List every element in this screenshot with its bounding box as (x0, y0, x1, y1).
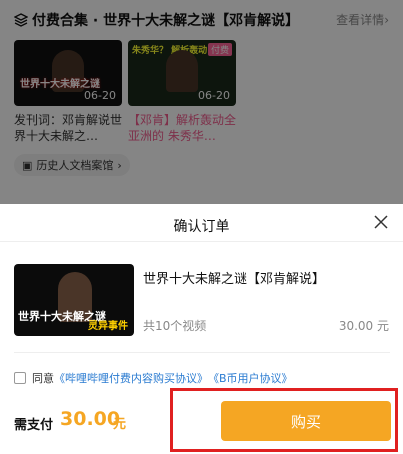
pay-unit: 元 (113, 417, 127, 432)
highlight-box: 购买 (170, 388, 398, 452)
product-name: 世界十大未解之谜【邓肯解说】 (143, 272, 326, 287)
modal-overlay[interactable] (0, 0, 403, 204)
purchase-agreement-link[interactable]: 《哔哩哔哩付费内容购买协议》 (54, 370, 208, 386)
product-price: 30.00 元 (338, 319, 389, 333)
buy-button[interactable]: 购买 (221, 401, 391, 441)
agreement-checkbox[interactable] (14, 372, 26, 384)
product-thumbnail: 世界十大未解之谜 灵异事件 (14, 264, 134, 336)
confirm-order-sheet: 确认订单 世界十大未解之谜 灵异事件 世界十大未解之谜【邓肯解说】 共10个视频… (0, 204, 403, 454)
divider (0, 241, 403, 242)
agreement-row: 同意 《哔哩哔哩付费内容购买协议》 《B币用户协议》 (14, 370, 293, 386)
divider (14, 352, 390, 353)
close-icon[interactable] (371, 212, 391, 232)
pay-amount: 30.00 (60, 408, 121, 430)
bcoin-agreement-link[interactable]: 《B币用户协议》 (208, 370, 293, 386)
video-count: 共10个视频 (143, 319, 207, 333)
sheet-title: 确认订单 (173, 219, 230, 235)
pay-label: 需支付 (14, 418, 54, 433)
